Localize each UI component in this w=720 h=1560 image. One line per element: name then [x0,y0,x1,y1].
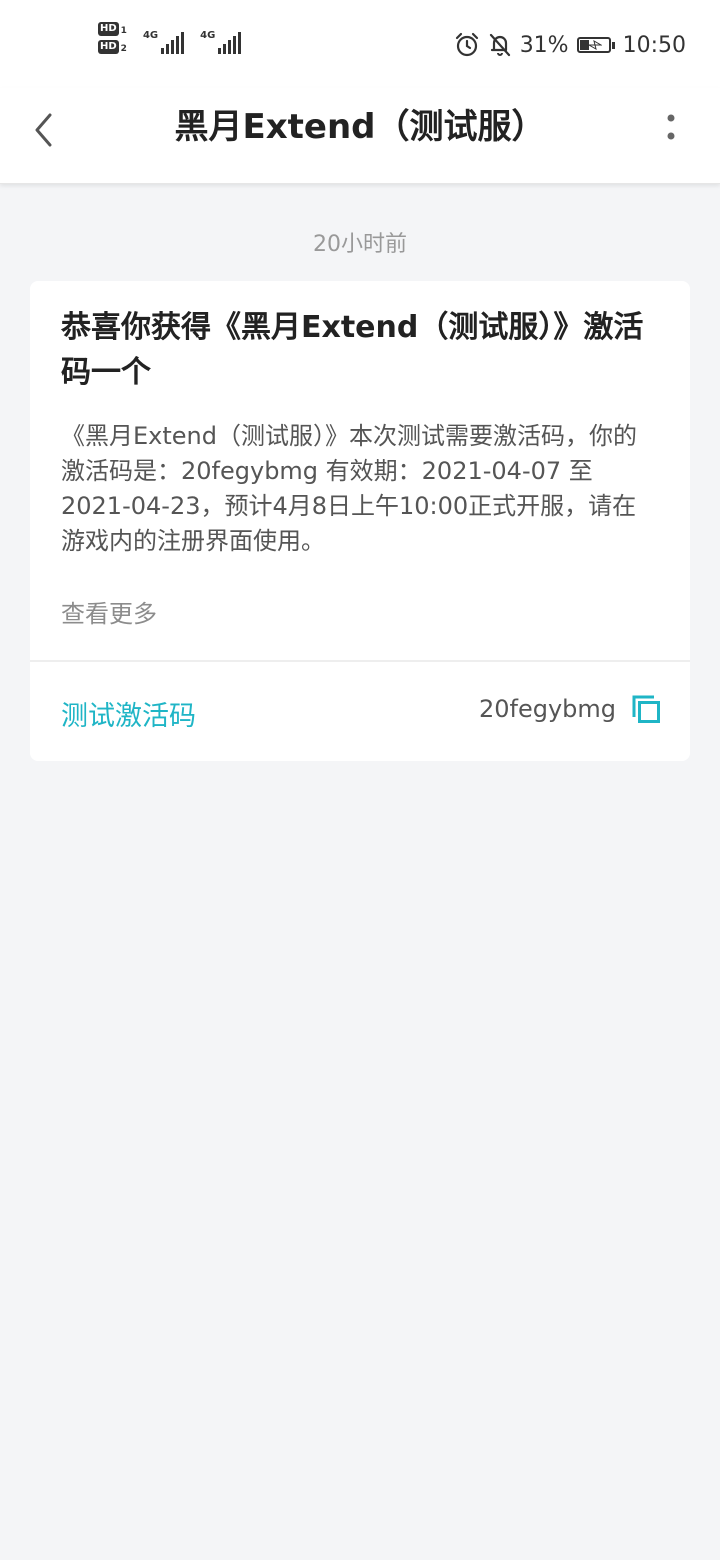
activation-code-label: 测试激活码 [61,701,196,732]
battery-percent: 31% [519,32,569,58]
message-title: 恭喜你获得《黑月Extend（测试服）》激活码一个 [61,310,644,390]
status-bar-right: 31% 10:50 [454,30,686,60]
hd-indicators: HD 1 HD 2 [98,22,127,54]
more-options-button[interactable] [658,108,684,152]
back-button[interactable] [22,108,66,152]
status-bar: HD 1 HD 2 4G 4G 31% 10:50 [0,0,720,88]
view-more-link[interactable]: 查看更多 [61,594,157,629]
message-body: 《黑月Extend（测试服）》本次测试需要激活码，你的激活码是：20fegybm… [61,422,637,555]
hd2-sub: 2 [120,44,127,54]
message-timestamp: 20小时前 [313,232,407,257]
hd2-badge: HD [98,40,119,54]
signal-2-label: 4G [200,30,216,41]
hd2-indicator: HD 2 [98,40,127,54]
bell-off-icon [489,33,510,57]
more-vertical-icon [667,114,675,140]
hd1-badge: HD [98,22,119,36]
copy-icon[interactable] [630,693,662,725]
hd1-indicator: HD 1 [98,22,127,36]
activation-code-value: 20fegybmg [478,695,616,723]
card-divider [30,660,690,662]
page-title: 黑月Extend（测试服） [174,107,546,147]
battery-charging-icon [576,37,615,53]
clock: 10:50 [622,32,686,58]
chevron-left-icon [35,113,52,147]
app-header: 黑月Extend（测试服） [0,88,720,184]
signal-1-icon: 4G [142,22,185,54]
signal-1-label: 4G [142,30,159,41]
status-bar-left: HD 1 HD 2 4G 4G [98,22,242,66]
alarm-icon [455,32,478,57]
signal-2-icon: 4G [200,22,242,54]
hd1-sub: 1 [120,26,127,36]
activation-code-copy[interactable]: 20fegybmg [479,693,662,725]
message-card: 恭喜你获得《黑月Extend（测试服）》激活码一个 《黑月Extend（测试服）… [30,281,690,761]
